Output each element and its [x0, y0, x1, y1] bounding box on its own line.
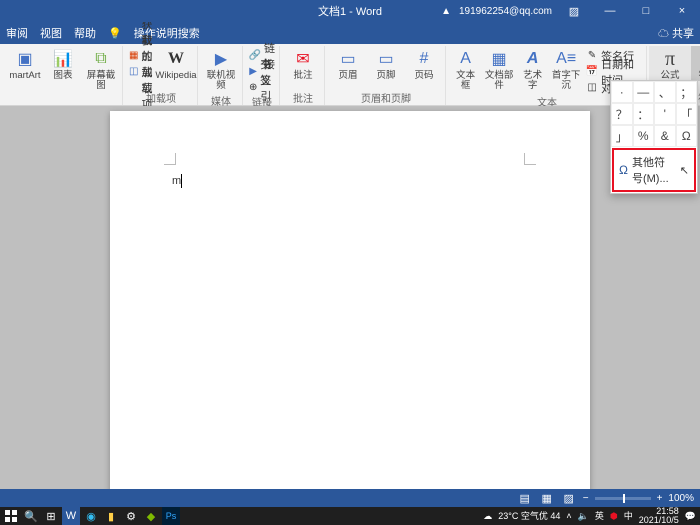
explorer-icon[interactable]: ▮ — [102, 507, 120, 525]
tray-icon[interactable]: 🔈 — [578, 512, 589, 521]
equation-button[interactable]: π公式 — [653, 46, 687, 81]
margin-mark-tl — [164, 153, 176, 165]
dropcap-button[interactable]: A≡首字下沉 — [550, 46, 582, 92]
maximize-button[interactable]: □ — [632, 1, 660, 21]
search-icon[interactable]: 🔍 — [22, 507, 40, 525]
photoshop-icon[interactable]: Ps — [162, 507, 180, 525]
settings-icon[interactable]: ⚙ — [122, 507, 140, 525]
account-email[interactable]: 191962254@qq.com — [459, 6, 552, 17]
zoom-in[interactable]: + — [657, 493, 663, 504]
bulb-icon: 💡 — [108, 27, 122, 40]
clock-date[interactable]: 2021/10/5 — [639, 516, 679, 525]
menu-bar: 审阅 视图 帮助 💡 操作说明搜索 ☁ 共享 — [0, 22, 700, 44]
start-button[interactable] — [2, 507, 20, 525]
online-video-button[interactable]: ▶联机视频 — [204, 46, 238, 92]
footer-button[interactable]: ▭页脚 — [369, 46, 403, 81]
wordart-button[interactable]: A艺术字 — [519, 46, 546, 92]
ribbon: ▣martArt 📊图表 ⧉屏幕截图 ▦获取加载项 ◫我的加载项 WWikipe… — [0, 44, 700, 106]
group-addins: ▦获取加载项 ◫我的加载项 WWikipedia 加载项 — [125, 46, 198, 105]
tab-review[interactable]: 审阅 — [6, 25, 28, 41]
readmode-icon[interactable]: ▤ — [517, 491, 533, 505]
textbox-button[interactable]: A文本框 — [452, 46, 479, 92]
cursor-icon: ↖ — [680, 164, 689, 177]
zoom-out[interactable]: − — [583, 493, 589, 504]
symbol-cell[interactable]: ； — [676, 81, 698, 103]
ribbon-options-icon[interactable]: ▨ — [560, 1, 588, 21]
symbol-cell[interactable]: % — [633, 125, 655, 147]
symbol-dropdown: · — 、 ； ？ ： ' 「 」 % & Ω Ω 其他符号(M)... ↖ — [610, 80, 698, 194]
warning-icon: ▲ — [441, 6, 451, 17]
group-comments: ✉批注 批注 — [282, 46, 325, 105]
datetime-button[interactable]: 📅日期和时间 — [586, 64, 642, 79]
notifications-icon[interactable]: 💬 — [685, 512, 696, 521]
tray-icon[interactable]: ⬢ — [610, 512, 618, 521]
symbol-cell[interactable]: 「 — [676, 103, 698, 125]
symbol-cell[interactable]: ' — [654, 103, 676, 125]
zoom-slider[interactable] — [595, 497, 651, 500]
ime2[interactable]: 中 — [624, 512, 633, 521]
zoom-level[interactable]: 100% — [668, 493, 694, 504]
wikipedia-button[interactable]: WWikipedia — [159, 46, 193, 81]
app-icon[interactable]: ◆ — [142, 507, 160, 525]
margin-mark-tr — [524, 153, 536, 165]
page-content[interactable]: m — [172, 173, 182, 188]
weather-icon[interactable]: ☁ — [483, 512, 492, 521]
my-addins-button[interactable]: ◫我的加载项 — [129, 64, 155, 79]
tab-help[interactable]: 帮助 — [74, 25, 96, 41]
symbol-cell[interactable]: & — [654, 125, 676, 147]
symbol-cell[interactable]: 、 — [654, 81, 676, 103]
symbol-cell[interactable]: · — [611, 81, 633, 103]
omega-icon: Ω — [619, 163, 628, 177]
pagenum-button[interactable]: #页码 — [407, 46, 441, 81]
share-button[interactable]: ☁ 共享 — [658, 25, 694, 41]
weblayout-icon[interactable]: ▨ — [561, 491, 577, 505]
close-button[interactable]: × — [668, 1, 696, 21]
parts-button[interactable]: ▦文档部件 — [483, 46, 515, 92]
screenshot-button[interactable]: ⧉屏幕截图 — [84, 46, 118, 92]
symbol-cell[interactable]: 」 — [611, 125, 633, 147]
edge-icon[interactable]: ◉ — [82, 507, 100, 525]
header-button[interactable]: ▭页眉 — [331, 46, 365, 81]
more-symbols-label: 其他符号(M)... — [632, 154, 676, 186]
minimize-button[interactable]: — — [596, 1, 624, 21]
title-bar: 文档1 - Word ▲ 191962254@qq.com ▨ — □ × — [0, 0, 700, 22]
smartart-button[interactable]: ▣martArt — [8, 46, 42, 81]
word-taskbar-icon[interactable]: W — [62, 507, 80, 525]
printlayout-icon[interactable]: ▦ — [539, 491, 555, 505]
window-title: 文档1 - Word — [318, 3, 382, 19]
symbol-cell[interactable]: ？ — [611, 103, 633, 125]
more-symbols-button[interactable]: Ω 其他符号(M)... ↖ — [612, 148, 696, 192]
taskview-icon[interactable]: ⊞ — [42, 507, 60, 525]
comment-button[interactable]: ✉批注 — [286, 46, 320, 81]
group-illustrations: ▣martArt 📊图表 ⧉屏幕截图 — [4, 46, 123, 105]
symbol-cell[interactable]: — — [633, 81, 655, 103]
crossref-button[interactable]: ⊕交叉引用 — [249, 80, 275, 95]
symbol-button[interactable]: Ω符号 — [691, 46, 700, 81]
tab-view[interactable]: 视图 — [40, 25, 62, 41]
symbol-cell[interactable]: ： — [633, 103, 655, 125]
weather-text[interactable]: 23°C 空气优 44 — [498, 512, 560, 521]
group-media: ▶联机视频 媒体 — [200, 46, 243, 105]
ime1[interactable]: 英 — [595, 512, 604, 521]
group-header-footer: ▭页眉 ▭页脚 #页码 页眉和页脚 — [327, 46, 446, 105]
page[interactable]: m — [110, 111, 590, 489]
taskbar: 🔍 ⊞ W ◉ ▮ ⚙ ◆ Ps ☁ 23°C 空气优 44 ˄ 🔈 英 ⬢ 中… — [0, 507, 700, 525]
tray-chevron-icon[interactable]: ˄ — [566, 512, 571, 521]
chart-button[interactable]: 📊图表 — [46, 46, 80, 81]
status-bar: ▤ ▦ ▨ − + 100% — [0, 489, 700, 507]
document-area: m — [0, 106, 700, 489]
symbol-grid: · — 、 ； ？ ： ' 「 」 % & Ω — [611, 81, 697, 147]
symbol-cell[interactable]: Ω — [676, 125, 698, 147]
group-links: 🔗链接 ▶书签 ⊕交叉引用 链接 — [245, 46, 280, 105]
